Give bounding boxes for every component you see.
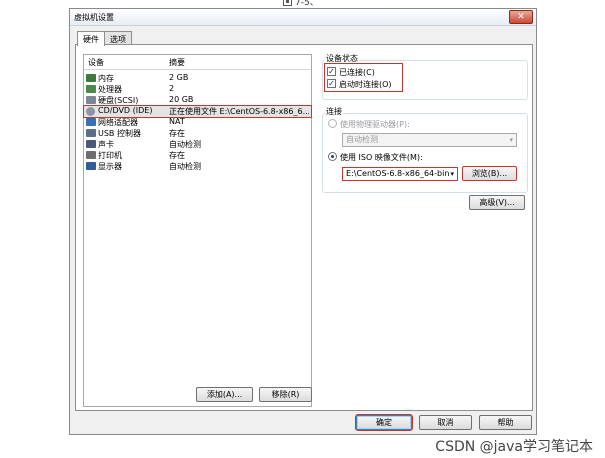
iso-path-value: E:\CentOS-6.8-x86_64-bin-	[346, 169, 453, 178]
chevron-down-icon: ▾	[449, 168, 454, 180]
column-header-device: 设备	[88, 58, 104, 67]
device-summary: 2 GB	[169, 73, 189, 82]
device-name: 处理器	[98, 85, 122, 94]
advanced-button[interactable]: 高级(V)...	[469, 195, 525, 210]
device-row-printer[interactable]: 打印机 存在	[84, 150, 311, 161]
device-name: USB 控制器	[98, 129, 141, 138]
network-adapter-icon	[86, 118, 96, 126]
ok-button[interactable]: 确定	[355, 414, 413, 431]
device-summary: 正在使用文件 E:\CentOS-6.8-x86_6...	[169, 107, 309, 116]
iso-file-radio[interactable]	[328, 152, 337, 161]
device-row-usb-controller[interactable]: USB 控制器 存在	[84, 128, 311, 139]
titlebar: 虚拟机设置 ✕	[70, 9, 536, 26]
printer-icon	[86, 151, 96, 159]
device-name: 网络适配器	[98, 118, 138, 127]
physical-drive-value: 自动检测	[346, 135, 378, 144]
caption-top: 7-5、	[283, 0, 319, 8]
device-row-processor[interactable]: 处理器 2	[84, 84, 311, 95]
help-button[interactable]: 帮助	[479, 415, 532, 430]
hard-disk-icon	[86, 96, 96, 104]
image-caption-icon	[283, 0, 292, 6]
monitor-icon	[86, 162, 96, 170]
iso-file-label: 使用 ISO 映像文件(M):	[340, 153, 423, 162]
cd-dvd-icon	[86, 107, 95, 116]
device-name: CD/DVD (IDE)	[98, 106, 153, 115]
tab-options[interactable]: 选项	[104, 31, 132, 45]
hardware-panel: 设备 摘要 内存 2 GB 处理器 2 硬盘(SCSI) 20 GB CD/DV…	[75, 44, 533, 411]
browse-button[interactable]: 浏览(B)...	[462, 166, 517, 181]
sound-card-icon	[86, 140, 96, 148]
device-name: 声卡	[98, 140, 114, 149]
device-name: 内存	[98, 74, 114, 83]
device-row-network-adapter[interactable]: 网络适配器 NAT	[84, 117, 311, 128]
connected-label: 已连接(C)	[339, 68, 375, 77]
memory-icon	[86, 74, 96, 82]
physical-drive-label: 使用物理驱动器(P):	[340, 120, 410, 129]
watermark: CSDN @java学习笔记本	[435, 439, 593, 455]
add-device-button[interactable]: 添加(A)...	[196, 387, 253, 402]
physical-drive-select[interactable]: 自动检测 ▾	[342, 133, 517, 147]
device-row-sound-card[interactable]: 声卡 自动检测	[84, 139, 311, 150]
close-button[interactable]: ✕	[509, 10, 533, 24]
usb-icon	[86, 129, 96, 137]
settings-window: 虚拟机设置 ✕ 硬件 选项 设备 摘要 内存 2 GB 处理器 2 硬盘(SCS…	[69, 8, 537, 435]
device-summary: 2	[169, 84, 175, 93]
device-name: 硬盘(SCSI)	[98, 96, 139, 105]
device-name: 打印机	[98, 151, 122, 160]
close-icon: ✕	[517, 12, 525, 22]
device-summary: 自动检测	[169, 162, 201, 171]
device-summary: 存在	[169, 129, 185, 138]
remove-device-button[interactable]: 移除(R)	[259, 387, 312, 402]
window-title: 虚拟机设置	[74, 13, 114, 22]
device-summary: NAT	[169, 117, 185, 126]
device-summary: 自动检测	[169, 140, 201, 149]
chevron-down-icon: ▾	[509, 136, 513, 144]
device-row-hard-disk[interactable]: 硬盘(SCSI) 20 GB	[84, 95, 311, 106]
cancel-button[interactable]: 取消	[419, 415, 472, 430]
connect-at-power-on-label: 启动时连接(O)	[339, 80, 392, 89]
device-summary: 20 GB	[169, 95, 194, 104]
tab-hardware[interactable]: 硬件	[77, 31, 105, 46]
iso-path-input[interactable]: E:\CentOS-6.8-x86_64-bin- ▾	[342, 167, 458, 181]
device-summary: 存在	[169, 151, 185, 160]
connect-at-power-on-checkbox[interactable]: ✓	[327, 79, 336, 88]
device-row-memory[interactable]: 内存 2 GB	[84, 73, 311, 84]
cpu-icon	[86, 85, 96, 93]
connected-checkbox[interactable]: ✓	[327, 67, 336, 76]
connection-title: 连接	[325, 106, 343, 117]
device-row-cd-dvd[interactable]: CD/DVD (IDE) 正在使用文件 E:\CentOS-6.8-x86_6.…	[83, 105, 312, 118]
device-name: 显示器	[98, 162, 122, 171]
header-divider	[84, 69, 311, 70]
physical-drive-radio[interactable]	[328, 119, 337, 128]
device-row-monitor[interactable]: 显示器 自动检测	[84, 161, 311, 172]
column-header-summary: 摘要	[169, 58, 185, 67]
caption-text: 7-5、	[295, 0, 319, 8]
device-list: 设备 摘要 内存 2 GB 处理器 2 硬盘(SCSI) 20 GB CD/DV…	[83, 54, 312, 407]
